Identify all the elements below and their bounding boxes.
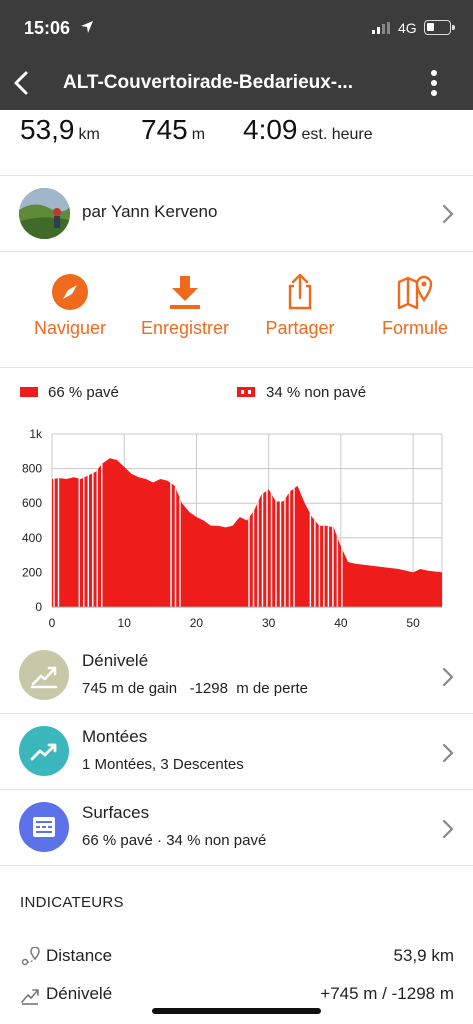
network-label: 4G bbox=[398, 20, 417, 36]
stat-value: 745 bbox=[141, 114, 188, 145]
y-tick-label: 0 bbox=[35, 600, 42, 614]
x-tick-label: 30 bbox=[262, 616, 276, 630]
unpaved-legend-label: 34 % non pavé bbox=[266, 384, 367, 401]
distance-icon bbox=[21, 947, 40, 966]
status-time: 15:06 bbox=[24, 18, 71, 38]
navigate-label: Naviguer bbox=[33, 318, 107, 338]
stat-unit: km bbox=[78, 126, 100, 143]
home-indicator bbox=[152, 1008, 321, 1014]
elevation-chart-svg: 0 200 400 600 800 1k 0 10 20 30 40 50 bbox=[22, 427, 443, 630]
elevation-area bbox=[52, 458, 442, 607]
compass-icon bbox=[52, 274, 88, 310]
route-title: ALT-Couvertoirade-Bedarieux-... bbox=[63, 72, 353, 93]
indicator-value: +745 m / -1298 m bbox=[320, 984, 454, 1003]
stat-duration: 4:09 est. heure bbox=[243, 114, 373, 146]
share-label: Partager bbox=[265, 318, 335, 338]
share-icon bbox=[288, 273, 312, 310]
elevation-row[interactable]: Dénivelé 745 m de gain -1298 m de perte bbox=[0, 638, 473, 714]
indicator-label: Distance bbox=[46, 946, 113, 965]
y-tick-label: 800 bbox=[22, 462, 42, 476]
paved-legend-label: 66 % pavé bbox=[48, 384, 119, 401]
download-icon bbox=[170, 276, 200, 309]
x-tick-label: 50 bbox=[406, 616, 420, 630]
trend-up-icon bbox=[19, 726, 69, 776]
chevron-right-icon bbox=[442, 667, 454, 687]
y-tick-label: 600 bbox=[22, 496, 42, 510]
status-bar: 15:06 4G bbox=[0, 0, 473, 56]
y-tick-label: 1k bbox=[29, 427, 43, 441]
row-title: Montées bbox=[82, 727, 148, 746]
x-tick-label: 40 bbox=[334, 616, 348, 630]
author-name: par Yann Kerveno bbox=[82, 202, 218, 221]
row-title: Dénivelé bbox=[82, 651, 149, 670]
action-bar: Naviguer Enregistrer Partager Formule bbox=[0, 252, 473, 368]
unpaved-swatch bbox=[237, 387, 255, 397]
indicator-value: 53,9 km bbox=[393, 946, 454, 965]
surface-icon bbox=[19, 802, 69, 852]
chevron-right-icon bbox=[442, 819, 454, 839]
author-row[interactable]: par Yann Kerveno bbox=[0, 176, 473, 252]
map-pin-icon bbox=[397, 275, 433, 310]
surfaces-row[interactable]: Surfaces 66 % pavé · 34 % non pavé bbox=[0, 790, 473, 866]
row-subtitle: 745 m de gain -1298 m de perte bbox=[82, 680, 308, 697]
y-tick-label: 400 bbox=[22, 531, 42, 545]
back-arrow-icon[interactable] bbox=[8, 68, 38, 98]
y-tick-label: 200 bbox=[22, 565, 42, 579]
elevation-icon bbox=[19, 650, 69, 700]
route-stats: 53,9 km 745 m 4:09 est. heure bbox=[0, 110, 473, 176]
indicator-distance: Distance 53,9 km bbox=[0, 942, 473, 972]
row-title: Surfaces bbox=[82, 803, 150, 822]
battery-icon bbox=[424, 20, 455, 35]
x-tick-label: 20 bbox=[190, 616, 204, 630]
stat-distance: 53,9 km bbox=[20, 114, 100, 146]
indicator-label: Dénivelé bbox=[46, 984, 113, 1003]
chevron-right-icon bbox=[442, 204, 454, 224]
formula-label: Formule bbox=[381, 318, 448, 338]
row-subtitle: 66 % pavé · 34 % non pavé bbox=[82, 832, 267, 849]
signal-icon bbox=[372, 22, 390, 34]
indicators-heading: INDICATEURS bbox=[20, 894, 124, 911]
elevation-chart: 0 200 400 600 800 1k 0 10 20 30 40 50 bbox=[0, 420, 473, 640]
stat-unit: m bbox=[191, 126, 206, 143]
avatar bbox=[19, 188, 70, 239]
chevron-right-icon bbox=[442, 743, 454, 763]
stat-unit: est. heure bbox=[301, 126, 373, 143]
stat-elevation: 745 m bbox=[141, 114, 205, 146]
location-arrow-icon bbox=[81, 21, 93, 33]
row-subtitle: 1 Montées, 3 Descentes bbox=[82, 756, 244, 773]
stat-value: 4:09 bbox=[243, 114, 298, 145]
nav-bar: ALT-Couvertoirade-Bedarieux-... bbox=[0, 56, 473, 110]
x-tick-label: 10 bbox=[118, 616, 132, 630]
indicator-elevation: Dénivelé +745 m / -1298 m bbox=[0, 980, 473, 1010]
elevation-small-icon bbox=[21, 989, 39, 1005]
paved-swatch bbox=[20, 387, 38, 397]
climbs-row[interactable]: Montées 1 Montées, 3 Descentes bbox=[0, 714, 473, 790]
x-tick-label: 0 bbox=[49, 616, 56, 630]
stat-value: 53,9 bbox=[20, 114, 75, 145]
surface-legend: 66 % pavé 34 % non pavé bbox=[0, 380, 473, 408]
save-label: Enregistrer bbox=[140, 318, 230, 338]
more-options-icon[interactable] bbox=[420, 67, 448, 99]
